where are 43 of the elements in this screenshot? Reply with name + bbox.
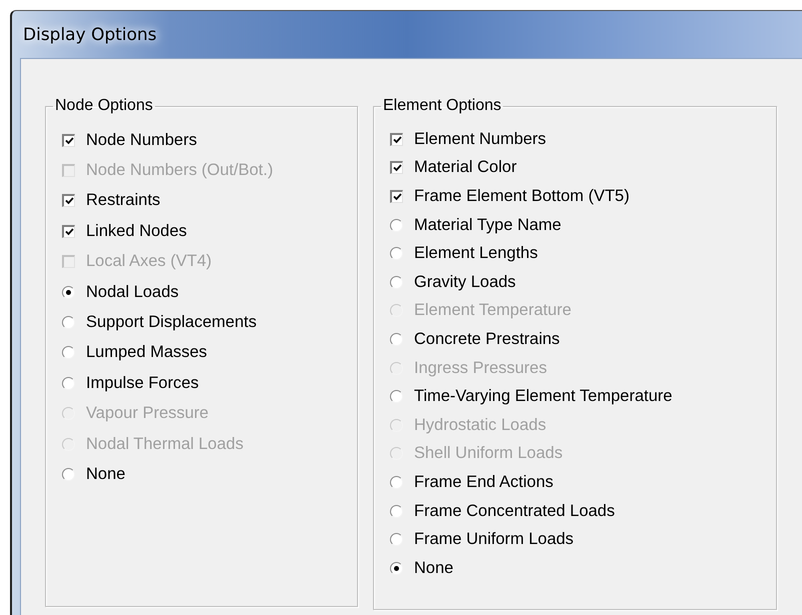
option-label[interactable]: Gravity Loads — [414, 272, 516, 292]
option-label[interactable]: Nodal Loads — [86, 282, 179, 302]
option-label[interactable]: Frame End Actions — [414, 472, 554, 492]
radio-button[interactable] — [390, 562, 403, 575]
option-label[interactable]: Time-Varying Element Temperature — [414, 387, 672, 406]
option-label[interactable]: Material Type Name — [414, 216, 562, 235]
radio-button[interactable] — [390, 533, 403, 546]
radio-button[interactable] — [390, 218, 403, 232]
radio-button[interactable] — [62, 468, 75, 481]
option-label[interactable]: Restraints — [86, 191, 160, 210]
option-label[interactable]: Lumped Masses — [86, 343, 208, 362]
checkbox[interactable] — [62, 194, 75, 208]
option-label[interactable]: None — [414, 558, 454, 578]
option-label[interactable]: None — [86, 464, 126, 484]
option-label[interactable]: Node Numbers — [86, 130, 197, 150]
option-label[interactable]: Concrete Prestrains — [414, 330, 560, 349]
option-label[interactable]: Frame Element Bottom (VT5) — [414, 186, 630, 206]
radio-button[interactable] — [390, 332, 403, 346]
radio-button[interactable] — [62, 286, 75, 299]
option-label[interactable]: Frame Concentrated Loads — [414, 502, 615, 521]
checkbox[interactable] — [62, 224, 75, 238]
option-label[interactable]: Linked Nodes — [86, 222, 187, 241]
option-label[interactable]: Impulse Forces — [86, 374, 199, 393]
option-label[interactable]: Element Numbers — [414, 130, 546, 149]
option-label[interactable]: Support Displacements — [86, 313, 257, 332]
radio-button[interactable] — [62, 316, 75, 330]
checkbox[interactable] — [62, 134, 75, 147]
radio-button[interactable] — [390, 247, 403, 260]
group-title: Element Options — [382, 97, 502, 115]
group-title: Node Options — [54, 97, 154, 115]
checkbox[interactable] — [390, 161, 403, 174]
option-label[interactable]: Material Color — [414, 158, 517, 178]
radio-button[interactable] — [390, 504, 403, 518]
radio-button[interactable] — [390, 276, 403, 289]
radio-button[interactable] — [62, 376, 75, 390]
checkbox[interactable] — [390, 132, 403, 146]
radio-button[interactable] — [390, 390, 403, 404]
checkbox[interactable] — [390, 190, 403, 203]
radio-button[interactable] — [390, 476, 403, 489]
window-title: Display Options — [23, 24, 157, 44]
option-label[interactable]: Element Lengths — [414, 244, 538, 264]
option-label[interactable]: Frame Uniform Loads — [414, 530, 574, 550]
radio-button[interactable] — [62, 346, 75, 360]
